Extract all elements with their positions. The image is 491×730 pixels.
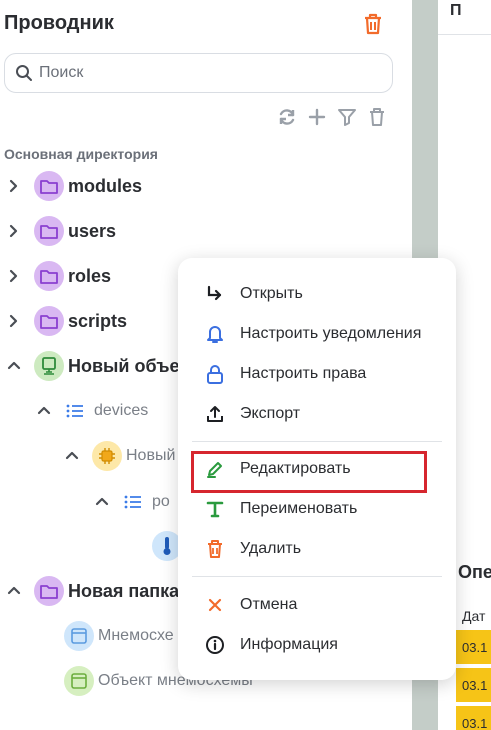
folder-icon — [34, 306, 64, 336]
section-label: Основная директория — [4, 146, 158, 162]
window-icon — [64, 621, 94, 651]
chevron-right-icon[interactable] — [6, 178, 22, 194]
list-icon — [64, 400, 86, 422]
tree-item-label: Новый объе — [68, 355, 180, 376]
info-icon — [204, 634, 226, 656]
close-icon — [204, 594, 226, 616]
explorer-title: Проводник — [4, 12, 114, 34]
menu-item-permissions[interactable]: Настроить права — [178, 356, 456, 392]
table-cell[interactable]: 03.1 — [456, 630, 491, 664]
menu-item-label: Переименовать — [240, 500, 358, 517]
chevron-up-icon[interactable] — [64, 448, 80, 464]
tree-item-label: Новая папка — [68, 580, 180, 601]
trash-icon[interactable] — [362, 12, 384, 36]
bell-icon — [204, 323, 226, 345]
tree-item-label: users — [68, 220, 117, 241]
tree-item-new-device[interactable]: Новый — [64, 440, 175, 472]
menu-item-label: Удалить — [240, 540, 302, 557]
folder-icon — [34, 171, 64, 201]
folder-icon — [34, 216, 64, 246]
menu-item-label: Отмена — [240, 596, 298, 613]
divider — [438, 34, 491, 35]
chevron-right-icon[interactable] — [6, 223, 22, 239]
chevron-right-icon[interactable] — [6, 313, 22, 329]
export-icon — [204, 403, 226, 425]
menu-item-label: Настроить права — [240, 365, 367, 382]
tree-item-devices[interactable]: devices — [36, 395, 148, 427]
tree-item-modules[interactable]: modules — [6, 170, 142, 202]
arrow-turn-icon — [204, 283, 226, 305]
tree-item-label: Мнемосхе — [98, 627, 174, 644]
trash-icon — [204, 538, 226, 560]
menu-item-cancel[interactable]: Отмена — [178, 587, 456, 623]
object-icon — [34, 351, 64, 381]
chevron-up-icon[interactable] — [94, 494, 110, 510]
menu-item-label: Открыть — [240, 285, 303, 302]
folder-icon — [34, 261, 64, 291]
refresh-icon[interactable] — [276, 106, 298, 128]
chevron-up-icon[interactable] — [6, 358, 22, 374]
tree-item-roles[interactable]: roles — [6, 260, 111, 292]
tree-item-users[interactable]: users — [6, 215, 116, 247]
menu-item-label: Экспорт — [240, 405, 301, 422]
column-header-date[interactable]: Дат — [462, 608, 485, 624]
tree-item-label: roles — [68, 265, 112, 286]
edit-highlight-frame — [191, 451, 427, 493]
menu-separator — [192, 576, 442, 577]
tree-item-scripts[interactable]: scripts — [6, 305, 127, 337]
chip-icon — [92, 441, 122, 471]
tree-item-label: Новый — [126, 447, 176, 464]
tree-item-label: modules — [68, 175, 143, 196]
trash-icon[interactable] — [366, 106, 388, 128]
tree-item-label: devices — [94, 402, 149, 419]
menu-item-info[interactable]: Информация — [178, 627, 456, 663]
search-input[interactable] — [39, 64, 359, 82]
search-icon — [16, 65, 32, 81]
explorer-toolbar — [276, 106, 388, 128]
search-input-wrapper[interactable] — [4, 53, 393, 93]
menu-item-rename[interactable]: Переименовать — [178, 491, 456, 527]
window-icon — [64, 666, 94, 696]
menu-item-label: Информация — [240, 636, 338, 653]
filter-icon[interactable] — [336, 106, 358, 128]
tree-item-mnemo[interactable]: Мнемосхе — [64, 620, 174, 652]
tree-item-new-folder[interactable]: Новая папка — [6, 575, 179, 607]
folder-icon — [34, 576, 64, 606]
right-panel-title: П — [450, 2, 462, 19]
menu-separator — [192, 441, 442, 442]
chevron-right-icon[interactable] — [6, 268, 22, 284]
table-cell[interactable]: 03.1 — [456, 668, 491, 702]
operations-header: Опе — [458, 562, 491, 582]
menu-item-open[interactable]: Открыть — [178, 276, 456, 312]
chevron-up-icon[interactable] — [6, 583, 22, 599]
add-icon[interactable] — [306, 106, 328, 128]
tree-item-ro[interactable]: ро — [94, 486, 170, 518]
table-cell[interactable]: 03.1 — [456, 706, 491, 730]
tree-item-label: ро — [152, 493, 170, 510]
tree-item-label: scripts — [68, 310, 128, 331]
menu-item-export[interactable]: Экспорт — [178, 396, 456, 432]
tree-item-new-object[interactable]: Новый объе — [6, 350, 180, 382]
lock-icon — [204, 363, 226, 385]
menu-item-label: Настроить уведомления — [240, 325, 422, 342]
menu-item-delete[interactable]: Удалить — [178, 531, 456, 567]
list-icon — [122, 491, 144, 513]
text-t-icon — [204, 498, 226, 520]
chevron-up-icon[interactable] — [36, 403, 52, 419]
menu-item-notifications[interactable]: Настроить уведомления — [178, 316, 456, 352]
